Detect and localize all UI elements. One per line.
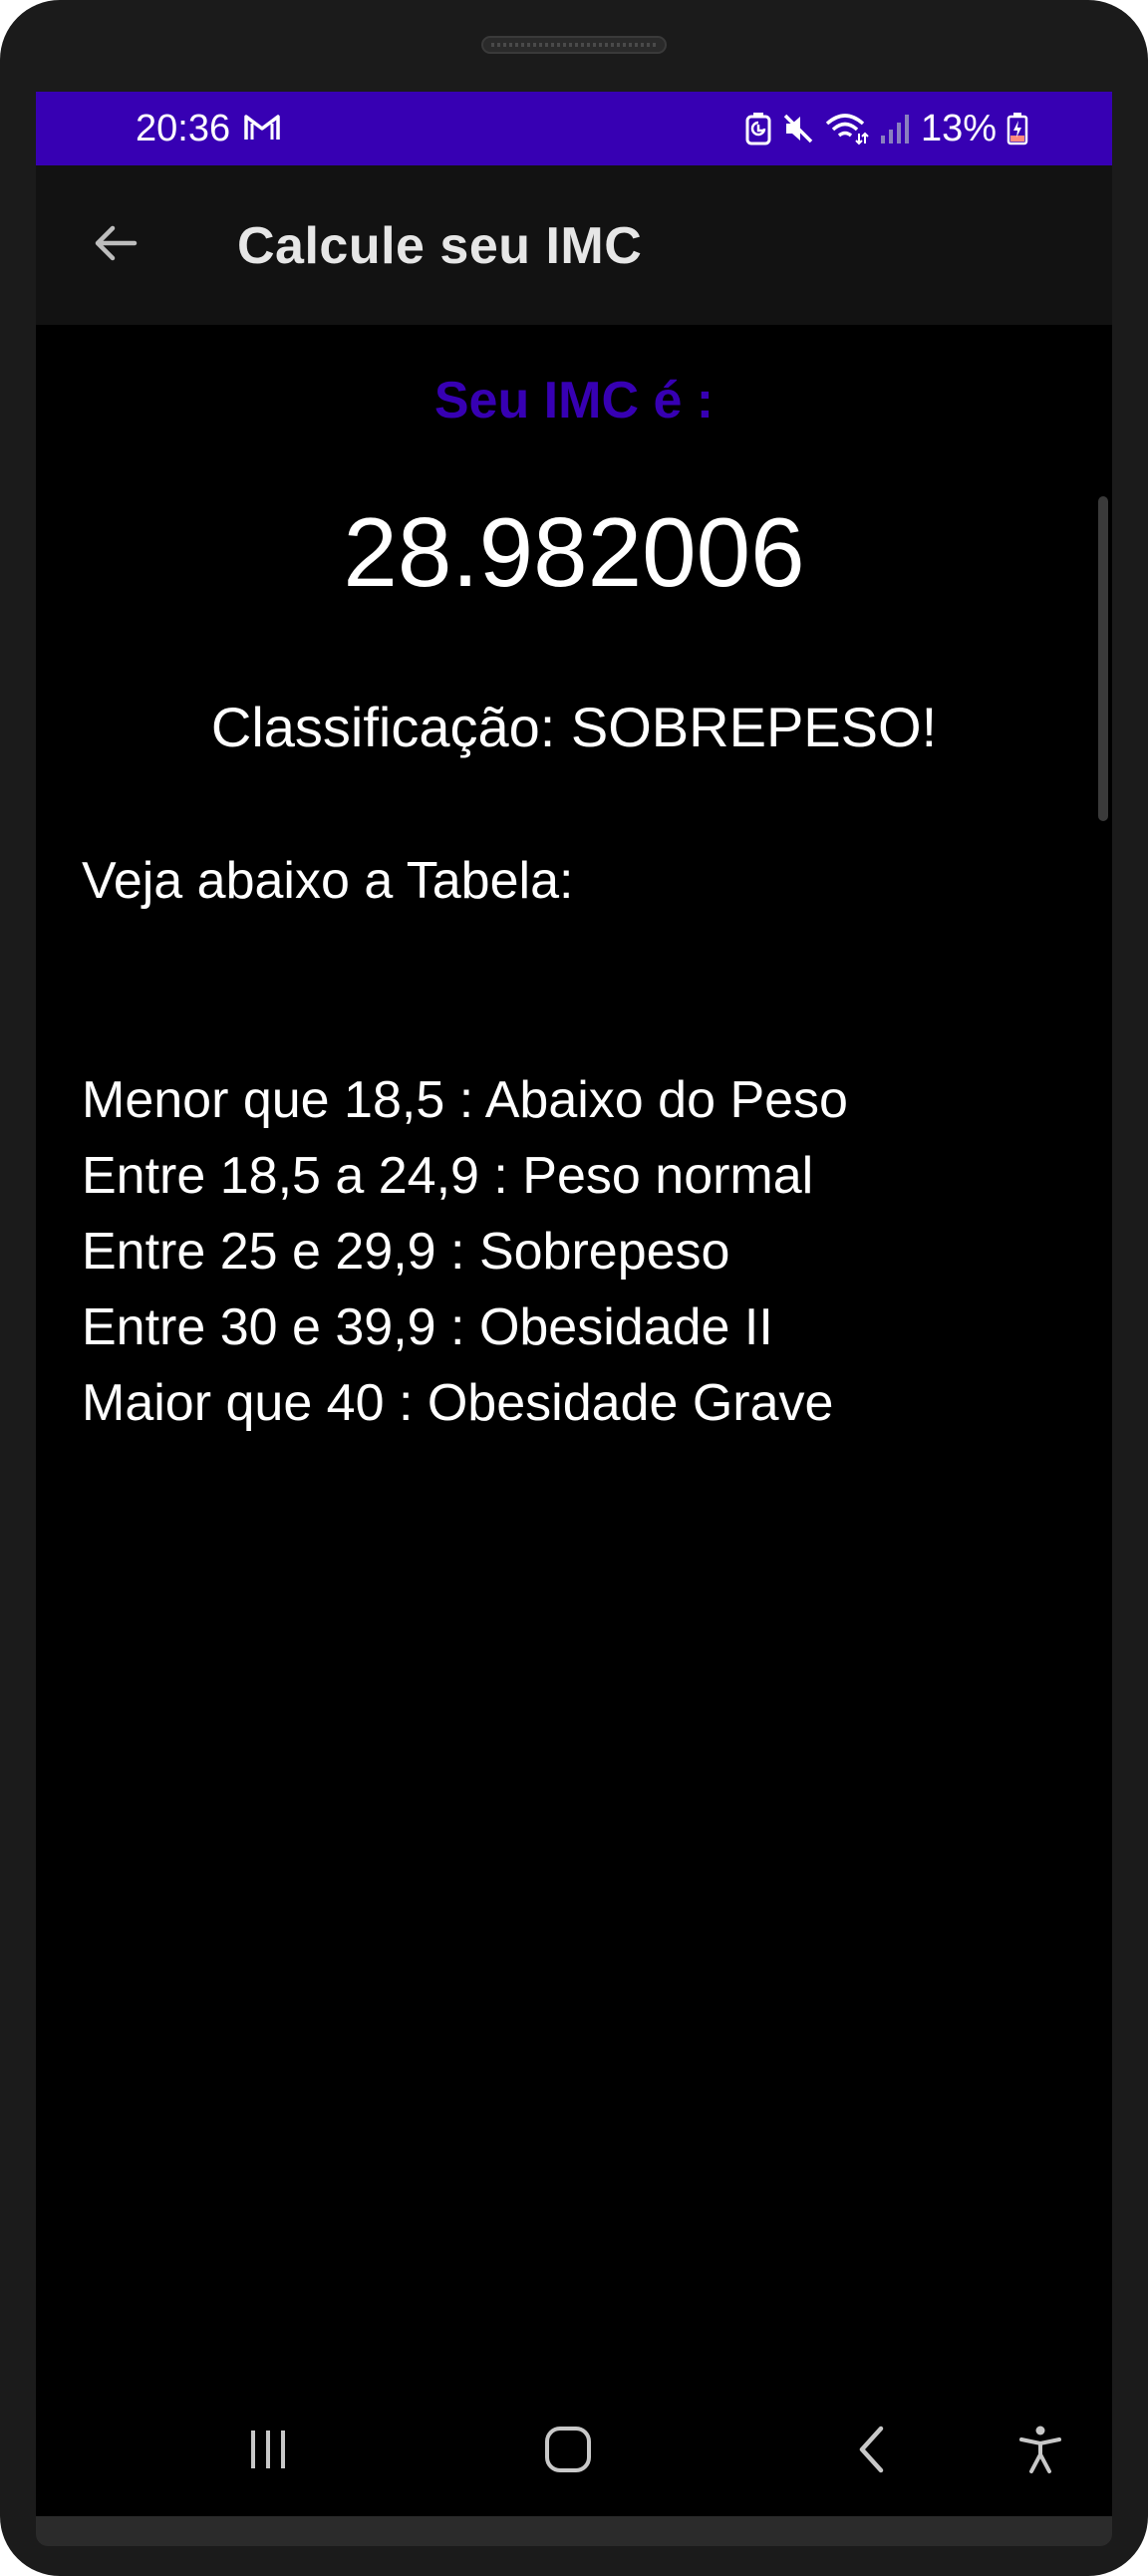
home-icon: [543, 2425, 593, 2479]
mute-icon: [781, 112, 815, 145]
signal-icon: [879, 112, 911, 145]
recent-apps-button[interactable]: [228, 2412, 308, 2491]
imc-value: 28.982006: [343, 497, 805, 607]
wifi-icon: [825, 112, 869, 145]
table-row: Entre 25 e 29,9 : Sobrepeso: [82, 1223, 730, 1281]
bottom-bezel: [36, 2516, 1112, 2546]
home-button[interactable]: [528, 2412, 608, 2491]
recent-apps-icon: [243, 2425, 293, 2479]
battery-saver-icon: [745, 112, 771, 145]
battery-percent: 13%: [920, 108, 997, 149]
gmail-icon: [243, 112, 281, 143]
table-row: Entre 18,5 a 24,9 : Peso normal: [82, 1147, 814, 1205]
phone-frame: 20:36 13% Calcule seu IMC Seu IMC é: 28…: [0, 0, 1148, 2576]
battery-charging-icon: [1006, 112, 1028, 145]
system-nav-bar: [36, 2384, 1112, 2516]
table-row: Entre 30 e 39,9 : Obesidade II: [82, 1298, 773, 1356]
table-row: Maior que 40 : Obesidade Grave: [82, 1374, 834, 1432]
back-button[interactable]: [76, 205, 155, 285]
imc-table: Menor que 18,5 : Abaixo do Peso Entre 18…: [82, 1062, 848, 1441]
scrollbar[interactable]: [1098, 496, 1108, 821]
imc-label: Seu IMC é :: [433, 372, 715, 429]
accessibility-button[interactable]: [1001, 2412, 1080, 2491]
classification-text: Classificação: SOBREPESO!: [210, 696, 938, 758]
earpiece-speaker: [481, 36, 667, 54]
status-time: 20:36: [136, 108, 231, 149]
app-bar: Calcule seu IMC: [36, 165, 1112, 325]
accessibility-icon: [1015, 2425, 1065, 2479]
status-bar: 20:36 13%: [36, 92, 1112, 165]
page-title: Calcule seu IMC: [237, 217, 643, 275]
table-intro: Veja abaixo a Tabela:: [82, 852, 574, 910]
status-icons: 13%: [745, 106, 1028, 151]
screen: 20:36 13% Calcule seu IMC Seu IMC é: 28…: [36, 92, 1112, 2516]
table-row: Menor que 18,5 : Abaixo do Peso: [82, 1071, 848, 1129]
back-icon: [848, 2425, 898, 2479]
system-back-button[interactable]: [833, 2412, 913, 2491]
arrow-back-icon: [91, 218, 141, 273]
